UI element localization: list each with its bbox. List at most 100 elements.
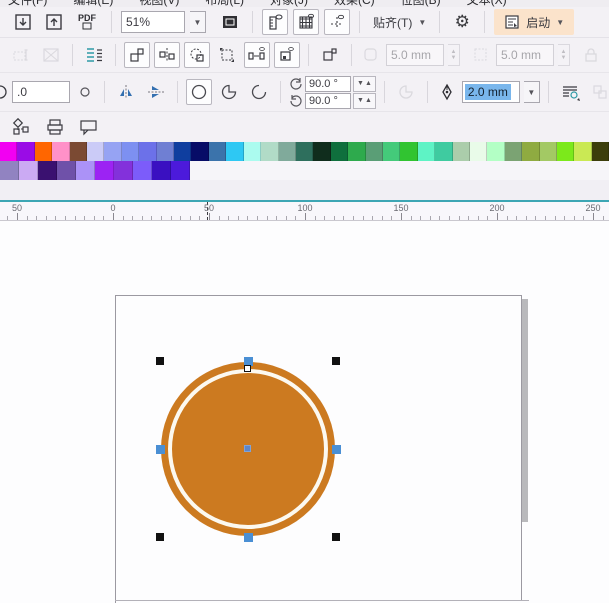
arc-mode-button[interactable] [246, 79, 272, 105]
color-swatch[interactable] [452, 142, 470, 161]
color-swatch[interactable] [87, 142, 105, 161]
color-swatch[interactable] [226, 142, 244, 161]
color-swatch[interactable] [104, 142, 122, 161]
menu-item[interactable]: 效果(C) [334, 0, 375, 7]
drawing-canvas[interactable] [0, 221, 609, 603]
circle-object[interactable] [0, 221, 609, 603]
outline-width-dropdown-arrow[interactable]: ▼ [523, 81, 540, 103]
color-swatch[interactable] [313, 142, 331, 161]
menu-item[interactable]: 编辑(E) [73, 0, 113, 7]
outline-pen-button[interactable] [436, 81, 458, 103]
horizontal-ruler[interactable]: 50 0 50 100 150 200 250 [0, 200, 609, 221]
color-swatch[interactable] [295, 142, 314, 161]
color-swatch[interactable] [365, 142, 383, 161]
color-swatch[interactable] [171, 161, 190, 180]
color-swatch[interactable] [261, 142, 279, 161]
menu-item[interactable]: 视图(V) [139, 0, 179, 7]
menu-item[interactable]: 文件(F) [8, 0, 47, 7]
pie-mode-button[interactable] [216, 79, 242, 105]
free-transform-button[interactable] [214, 42, 240, 68]
fullscreen-preview-button[interactable] [217, 9, 243, 35]
color-swatch[interactable] [469, 142, 488, 161]
bleed-bottom-field[interactable]: 5.0 mm [496, 44, 554, 66]
color-swatch[interactable] [278, 142, 296, 161]
corner-handle[interactable] [332, 357, 340, 365]
show-grid-toggle[interactable] [293, 9, 319, 35]
color-swatch[interactable] [76, 161, 95, 180]
bleed-top-spinner[interactable]: ▲ ▼ [448, 44, 460, 66]
wrap-text-button[interactable] [557, 79, 583, 105]
color-swatch[interactable] [400, 142, 418, 161]
color-swatch[interactable] [330, 142, 349, 161]
zoom-level-dropdown-arrow[interactable]: ▼ [190, 11, 206, 33]
coordinate-field[interactable]: .0 [12, 81, 70, 103]
mid-handle[interactable] [155, 444, 165, 454]
color-swatch[interactable] [417, 142, 436, 161]
color-swatch[interactable] [574, 142, 592, 161]
object-tree-button[interactable] [10, 116, 32, 138]
color-swatch[interactable] [156, 142, 175, 161]
color-swatch[interactable] [539, 142, 557, 161]
options-button[interactable]: ⚙ [449, 9, 475, 35]
show-guidelines-toggle[interactable] [324, 9, 350, 35]
spacing-settings-button[interactable] [81, 42, 107, 68]
start-angle-field[interactable]: 90.0 ° [305, 75, 351, 92]
color-swatch[interactable] [133, 161, 152, 180]
mirror-vertical-button[interactable] [143, 79, 169, 105]
mid-handle[interactable] [331, 444, 341, 454]
color-swatch[interactable] [57, 161, 76, 180]
color-swatch[interactable] [152, 161, 171, 180]
color-swatch[interactable] [435, 142, 453, 161]
publish-pdf-button[interactable]: PDF [72, 9, 102, 35]
corner-handle[interactable] [332, 533, 340, 541]
color-swatch[interactable] [0, 161, 19, 180]
zoom-level-combobox[interactable]: 51% [121, 11, 185, 33]
align-edge-button[interactable] [154, 42, 180, 68]
color-swatch[interactable] [382, 142, 401, 161]
bleed-top-field[interactable]: 5.0 mm [386, 44, 444, 66]
snap-to-dropdown[interactable]: 贴齐(T) ▼ [369, 14, 430, 31]
object-center-marker[interactable] [244, 445, 251, 452]
mid-handle[interactable] [243, 532, 253, 542]
color-swatch[interactable] [591, 142, 609, 161]
color-swatch[interactable] [522, 142, 540, 161]
fit-to-page-button[interactable] [274, 42, 300, 68]
transform-objects-button[interactable] [124, 42, 150, 68]
print-merge-button[interactable] [44, 116, 66, 138]
color-swatch[interactable] [487, 142, 505, 161]
color-swatch[interactable] [557, 142, 575, 161]
corner-handle[interactable] [156, 357, 164, 365]
color-swatch[interactable] [191, 142, 209, 161]
menu-item[interactable]: 对象(J) [270, 0, 308, 7]
start-angle-spinner[interactable]: ▼ ▲ [353, 75, 376, 92]
color-swatch[interactable] [114, 161, 133, 180]
mirror-horizontal-button[interactable] [113, 79, 139, 105]
color-swatch[interactable] [121, 142, 140, 161]
color-swatch[interactable] [208, 142, 227, 161]
export-button[interactable] [41, 9, 67, 35]
menu-item[interactable]: 位图(B) [401, 0, 441, 7]
distribute-objects-button[interactable] [244, 42, 270, 68]
launch-button[interactable]: 启动 ▼ [494, 9, 575, 35]
center-on-page-button[interactable] [184, 42, 210, 68]
color-swatch[interactable] [69, 142, 88, 161]
menu-item[interactable]: 布局(L) [205, 0, 244, 7]
bleed-bottom-spinner[interactable]: ▲ ▼ [558, 44, 570, 66]
color-swatch[interactable] [19, 161, 38, 180]
color-swatch[interactable] [38, 161, 57, 180]
color-swatch[interactable] [17, 142, 35, 161]
color-swatch[interactable] [243, 142, 262, 161]
import-button[interactable] [10, 9, 36, 35]
color-swatch[interactable] [348, 142, 366, 161]
ellipse-mode-button[interactable] [186, 79, 212, 105]
color-swatch[interactable] [52, 142, 70, 161]
edit-anchor-button[interactable] [317, 42, 343, 68]
color-swatch[interactable] [95, 161, 114, 180]
end-angle-field[interactable]: 90.0 ° [305, 92, 351, 109]
color-swatch[interactable] [34, 142, 53, 161]
color-swatch[interactable] [139, 142, 157, 161]
show-rulers-toggle[interactable] [262, 9, 288, 35]
proportional-button[interactable] [74, 81, 96, 103]
corner-handle[interactable] [156, 533, 164, 541]
color-swatch[interactable] [0, 142, 18, 161]
